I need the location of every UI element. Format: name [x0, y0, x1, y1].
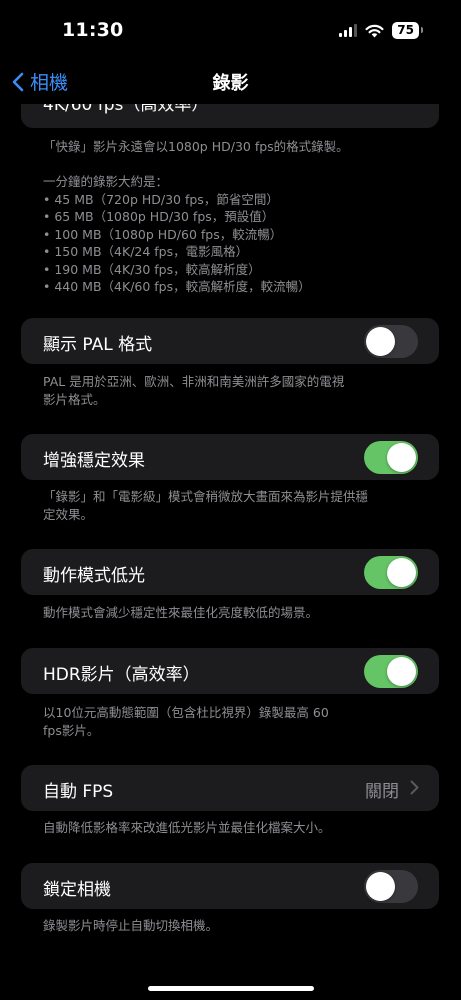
enhanced-stabilization-toggle[interactable]	[364, 441, 418, 474]
hdr-video-row[interactable]: HDR影片（高效率）	[21, 648, 439, 694]
lock-camera-row[interactable]: 鎖定相機	[21, 863, 439, 909]
chevron-right-icon	[410, 780, 419, 795]
action-mode-low-light-row[interactable]: 動作模式低光	[21, 549, 439, 595]
auto-fps-value: 關閉	[365, 782, 399, 802]
status-bar: 11:30 75	[0, 0, 461, 58]
auto-fps-footnote: 自動降低影格率來改進低光影片並最佳化檔案大小。	[43, 820, 331, 835]
pal-format-toggle[interactable]	[364, 325, 418, 358]
pal-format-row[interactable]: 顯示 PAL 格式	[21, 318, 439, 364]
status-indicators: 75	[339, 22, 423, 39]
row-label: 鎖定相機	[43, 880, 111, 900]
quick-record-footnote: 「快錄」影片永遠會以1080p HD/30 fps的格式錄製。 一分鐘的錄影大約…	[43, 139, 349, 294]
enhanced-stabilization-row[interactable]: 增強穩定效果	[21, 434, 439, 480]
row-label: 增強穩定效果	[43, 451, 145, 471]
cellular-signal-icon	[339, 24, 358, 37]
page-title: 錄影	[212, 73, 249, 94]
hdr-video-toggle[interactable]	[364, 655, 418, 688]
toggle-knob	[387, 558, 416, 587]
auto-fps-row[interactable]: 自動 FPS 關閉	[21, 765, 439, 811]
wifi-icon	[365, 24, 384, 37]
status-time: 11:30	[62, 19, 124, 41]
toggle-knob	[387, 657, 416, 686]
row-label: 動作模式低光	[43, 566, 145, 586]
toggle-knob	[366, 872, 395, 901]
row-label: HDR影片（高效率）	[43, 665, 200, 685]
enhanced-stabilization-footnote: 「錄影」和「電影級」模式會稍微放大畫面來為影片提供穩 定效果。	[43, 489, 369, 522]
action-mode-low-light-toggle[interactable]	[364, 556, 418, 589]
action-mode-low-light-footnote: 動作模式會減少穩定性來最佳化亮度較低的場景。	[43, 605, 319, 620]
navigation-bar: 相機 錄影	[0, 58, 461, 104]
toggle-knob	[387, 443, 416, 472]
lock-camera-toggle[interactable]	[364, 870, 418, 903]
hdr-video-footnote: 以10位元高動態範圍（包含杜比視界）錄製最高 60 fps影片。	[43, 705, 329, 738]
row-label: 顯示 PAL 格式	[43, 335, 153, 355]
battery-icon: 75	[392, 22, 423, 39]
row-label: 自動 FPS	[43, 782, 114, 802]
pal-format-footnote: PAL 是用於亞洲、歐洲、非洲和南美洲許多國家的電視 影片格式。	[43, 374, 345, 407]
lock-camera-footnote: 錄製影片時停止自動切換相機。	[43, 918, 219, 933]
home-indicator[interactable]	[147, 986, 314, 991]
toggle-knob	[366, 327, 395, 356]
